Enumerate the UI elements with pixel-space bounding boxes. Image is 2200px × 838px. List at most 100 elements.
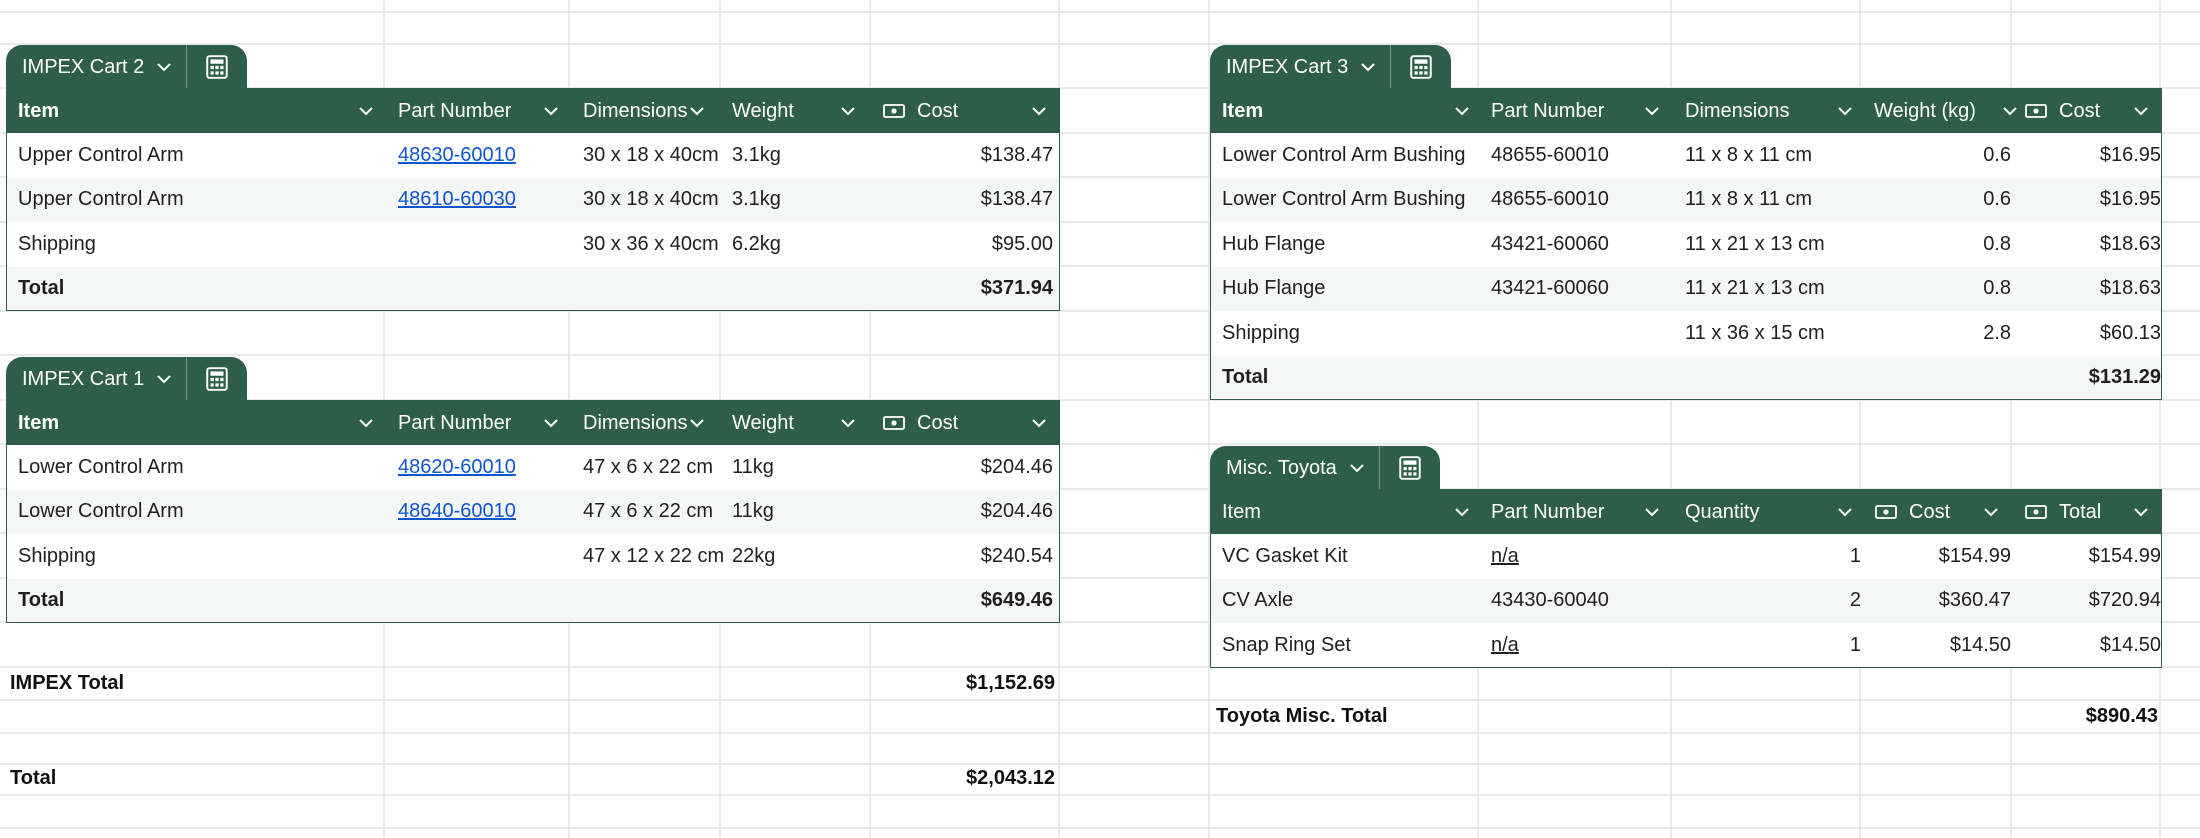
table-row[interactable]: Hub Flange 43421-60060 11 x 21 x 13 cm 0… [1211,222,2161,267]
column-header-part-number[interactable]: Part Number [398,89,568,133]
calculator-icon[interactable] [1380,446,1440,490]
filter-dropdown-icon[interactable] [2002,101,2018,121]
cell-item: Lower Control Arm Bushing [1222,188,1466,211]
table-tab[interactable]: IMPEX Cart 2 [6,45,248,89]
cell-part-number-link[interactable]: 48630-60010 [398,133,516,178]
cell-part-number-link[interactable]: 48610-60030 [398,178,516,223]
column-header-item[interactable]: Item [1222,89,1472,133]
column-header-item[interactable]: Item [18,401,378,445]
cell-weight: 3.1kg [732,188,781,211]
table-name-chip[interactable]: Misc. Toyota [1210,446,1380,490]
column-header-weight[interactable]: Weight [732,89,862,133]
table-row[interactable]: Hub Flange 43421-60060 11 x 21 x 13 cm 0… [1211,266,2161,311]
table-row[interactable]: Snap Ring Set n/a 1 $14.50 $14.50 [1211,623,2161,665]
filter-dropdown-icon[interactable] [1031,413,1047,433]
filter-dropdown-icon[interactable] [543,413,559,433]
calculator-icon[interactable] [1391,45,1451,89]
table-row[interactable]: Shipping 30 x 36 x 40cm 6.2kg $95.00 [7,222,1059,267]
column-header-total[interactable]: Total [2025,490,2159,534]
table-row[interactable]: Lower Control Arm Bushing 48655-60010 11… [1211,133,2161,178]
cell-cost: $204.46 [980,455,1053,478]
filter-dropdown-icon[interactable] [1983,502,1999,522]
table-name-chip[interactable]: IMPEX Cart 2 [6,45,188,89]
total-row[interactable]: Total $371.94 [7,266,1059,309]
total-row[interactable]: Total $131.29 [1211,355,2161,398]
grand-total-label[interactable]: Total [10,767,56,790]
cell-part-number: 43421-60060 [1491,277,1609,300]
filter-dropdown-icon[interactable] [689,413,705,433]
filter-dropdown-icon[interactable] [2133,101,2149,121]
cell-quantity: 1 [1849,633,1861,656]
table-name-chip[interactable]: IMPEX Cart 1 [6,357,188,401]
header-row: Item Part Number Dimensions Weight (kg) … [1211,89,2161,133]
header-row: Item Part Number Dimensions Weight Cost [7,89,1059,133]
filter-dropdown-icon[interactable] [1031,101,1047,121]
filter-dropdown-icon[interactable] [2133,502,2149,522]
impex-total-value[interactable]: $1,152.69 [870,672,1055,695]
cell-cost: $204.46 [980,500,1053,523]
column-header-part-number[interactable]: Part Number [398,401,568,445]
calculator-icon[interactable] [187,357,247,401]
filter-dropdown-icon[interactable] [358,101,374,121]
column-header-cost[interactable]: Cost [1875,490,2023,534]
cell-weight: 0.8 [1983,232,2011,255]
total-value: $371.94 [980,277,1053,300]
table-row[interactable]: Lower Control Arm 48640-60010 47 x 6 x 2… [7,489,1059,535]
total-value: $649.46 [980,589,1053,612]
total-row[interactable]: Total $649.46 [7,578,1059,621]
cell-weight: 0.8 [1983,277,2011,300]
column-header-item[interactable]: Item [1222,490,1472,534]
column-header-dimensions[interactable]: Dimensions [583,89,727,133]
filter-dropdown-icon[interactable] [1454,101,1470,121]
table-row[interactable]: VC Gasket Kit n/a 1 $154.99 $154.99 [1211,534,2161,579]
table-tab[interactable]: IMPEX Cart 3 [1210,45,1452,89]
filter-dropdown-icon[interactable] [358,413,374,433]
column-header-dimensions[interactable]: Dimensions [1685,89,1865,133]
cell-cost: $240.54 [980,544,1053,567]
column-header-cost[interactable]: Cost [2025,89,2159,133]
cell-item: Hub Flange [1222,277,1326,300]
column-header-part-number[interactable]: Part Number [1491,490,1671,534]
header-row: Item Part Number Quantity Cost Total [1211,490,2161,534]
table-row[interactable]: Lower Control Arm Bushing 48655-60010 11… [1211,177,2161,222]
column-header-item[interactable]: Item [18,89,378,133]
column-header-weight[interactable]: Weight [732,401,862,445]
table-row[interactable]: Shipping 47 x 12 x 22 cm 22kg $240.54 [7,534,1059,579]
table-row[interactable]: CV Axle 43430-60040 2 $360.47 $720.94 [1211,578,2161,623]
column-header-weight-kg[interactable]: Weight (kg) [1874,89,2024,133]
cell-item: Shipping [18,544,96,567]
table-row[interactable]: Upper Control Arm 48610-60030 30 x 18 x … [7,177,1059,223]
filter-dropdown-icon[interactable] [840,101,856,121]
filter-dropdown-icon[interactable] [1644,101,1660,121]
toyota-misc-total-label[interactable]: Toyota Misc. Total [1216,705,1388,728]
column-header-part-number[interactable]: Part Number [1491,89,1671,133]
grand-total-value[interactable]: $2,043.12 [870,767,1055,790]
table-body: Item Part Number Quantity Cost Total VC … [1210,489,2162,668]
cell-part-number: 43421-60060 [1491,232,1609,255]
cell-item: VC Gasket Kit [1222,544,1348,567]
calculator-icon[interactable] [187,45,247,89]
toyota-misc-total-value[interactable]: $890.43 [2011,705,2158,728]
filter-dropdown-icon[interactable] [1837,101,1853,121]
filter-dropdown-icon[interactable] [543,101,559,121]
table-tab[interactable]: Misc. Toyota [1210,446,1440,490]
cell-part-number-link[interactable]: 48640-60010 [398,490,516,535]
filter-dropdown-icon[interactable] [689,101,705,121]
cell-cost: $138.47 [980,188,1053,211]
filter-dropdown-icon[interactable] [840,413,856,433]
filter-dropdown-icon[interactable] [1837,502,1853,522]
table-name-chip[interactable]: IMPEX Cart 3 [1210,45,1392,89]
column-header-quantity[interactable]: Quantity [1685,490,1865,534]
table-row[interactable]: Lower Control Arm 48620-60010 47 x 6 x 2… [7,445,1059,490]
column-header-dimensions[interactable]: Dimensions [583,401,727,445]
cell-part-number-link[interactable]: 48620-60010 [398,445,516,490]
table-tab[interactable]: IMPEX Cart 1 [6,357,248,401]
column-header-cost[interactable]: Cost [883,401,1055,445]
header-row: Item Part Number Dimensions Weight Cost [7,401,1059,445]
filter-dropdown-icon[interactable] [1644,502,1660,522]
table-row[interactable]: Upper Control Arm 48630-60010 30 x 18 x … [7,133,1059,178]
filter-dropdown-icon[interactable] [1454,502,1470,522]
column-header-cost[interactable]: Cost [883,89,1055,133]
impex-total-label[interactable]: IMPEX Total [10,672,124,695]
table-row[interactable]: Shipping 11 x 36 x 15 cm 2.8 $60.13 [1211,311,2161,356]
